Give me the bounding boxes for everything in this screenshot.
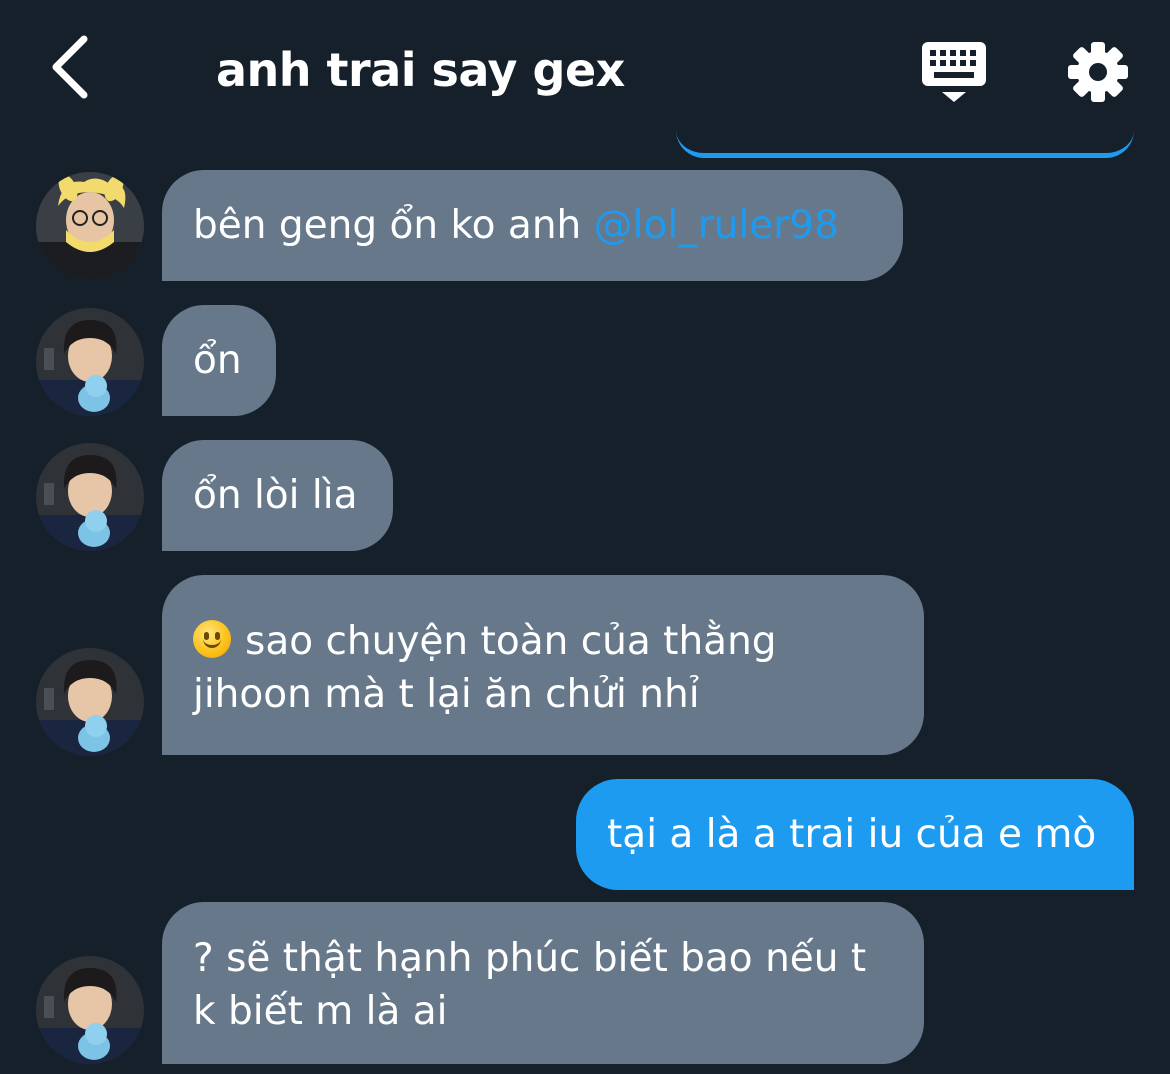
message-text: tại a là a trai iu của e mò <box>607 812 1097 857</box>
message-text: ? sẽ thật hạnh phúc biết bao nếu t <box>193 936 867 981</box>
message-bubble-received[interactable]: ? sẽ thật hạnh phúc biết bao nếu t k biế… <box>162 902 924 1064</box>
message-text: k biết m là ai <box>193 989 448 1034</box>
avatar[interactable] <box>36 308 144 416</box>
slightly-smiling-face-icon <box>193 620 231 658</box>
avatar[interactable] <box>36 172 144 280</box>
message-text: ổn <box>193 338 242 383</box>
conversation-title[interactable]: anh trai say gex <box>216 38 625 102</box>
avatar[interactable] <box>36 956 144 1064</box>
avatar[interactable] <box>36 648 144 756</box>
previous-message-edge <box>676 130 1134 158</box>
message-bubble-received[interactable]: bên geng ổn ko anh @lol_ruler98 <box>162 170 903 281</box>
gear-icon <box>1062 42 1134 112</box>
avatar-photo-icon <box>36 172 144 280</box>
avatar[interactable] <box>36 443 144 551</box>
message-text: ổn lòi lìa <box>193 473 358 518</box>
message-text: jihoon mà t lại ăn chửi nhỉ <box>193 672 700 717</box>
conversation-header: anh trai say gex <box>0 0 1170 140</box>
chevron-left-icon <box>48 35 92 103</box>
message-line: sao chuyện toàn của thằng <box>193 615 892 668</box>
settings-button[interactable] <box>1062 36 1134 108</box>
keyboard-icon <box>918 42 990 112</box>
avatar-photo-icon <box>36 443 144 551</box>
message-text: bên geng ổn ko anh <box>193 203 594 248</box>
avatar-photo-icon <box>36 648 144 756</box>
message-text: sao chuyện toàn của thằng <box>245 619 777 664</box>
message-bubble-sent[interactable]: tại a là a trai iu của e mò <box>576 779 1134 890</box>
keyboard-button[interactable] <box>918 38 990 108</box>
avatar-photo-icon <box>36 308 144 416</box>
back-button[interactable] <box>40 34 100 104</box>
message-bubble-received[interactable]: sao chuyện toàn của thằng jihoon mà t lạ… <box>162 575 924 755</box>
avatar-photo-icon <box>36 956 144 1064</box>
message-bubble-received[interactable]: ổn <box>162 305 276 416</box>
message-bubble-received[interactable]: ổn lòi lìa <box>162 440 393 551</box>
dm-conversation-screen: anh trai say gex bên geng ổn ko anh @lol… <box>0 0 1170 1074</box>
mention-link[interactable]: @lol_ruler98 <box>594 203 839 248</box>
